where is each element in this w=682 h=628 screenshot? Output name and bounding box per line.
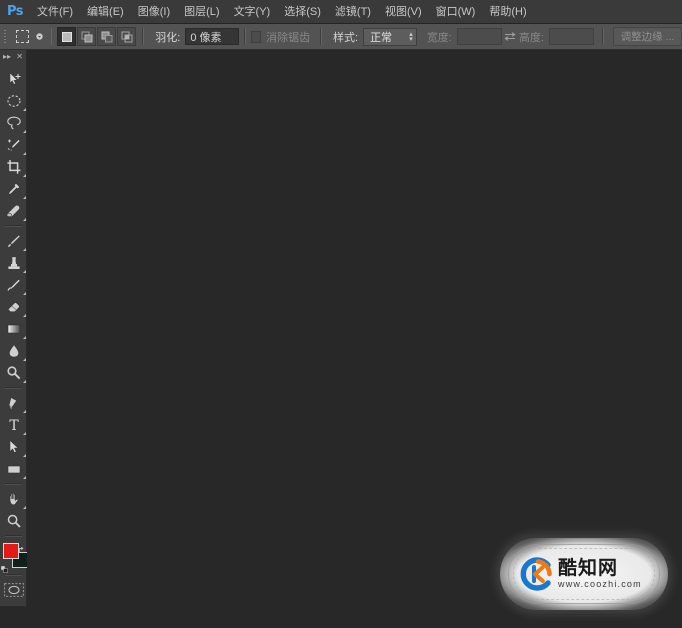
width-label: 宽度: [426, 31, 452, 44]
tool-elliptical-marquee[interactable] [0, 90, 27, 112]
color-swatches [0, 541, 28, 573]
menu-view[interactable]: 视图(V) [378, 0, 429, 24]
watermark-brand: 酷知网 [558, 557, 619, 579]
photoshop-window: Ps 文件(F) 编辑(E) 图像(I) 图层(L) 文字(Y) 选择(S) 滤… [0, 0, 682, 628]
width-input[interactable] [456, 28, 503, 45]
menu-type[interactable]: 文字(Y) [227, 0, 278, 24]
menu-image[interactable]: 图像(I) [131, 0, 177, 24]
watermark: 酷知网 www.coozhi.com [500, 538, 668, 610]
menu-filter[interactable]: 滤镜(T) [328, 0, 378, 24]
tool-path-selection[interactable] [0, 436, 27, 458]
watermark-text: 酷知网 www.coozhi.com [558, 558, 642, 590]
selection-mode-group [57, 27, 137, 46]
tools-list: T [0, 63, 28, 625]
menu-layer[interactable]: 图层(L) [177, 0, 226, 24]
options-bar-grip[interactable] [0, 24, 10, 50]
svg-text:T: T [9, 418, 19, 433]
ps-logo-icon: Ps [6, 4, 24, 19]
menu-select[interactable]: 选择(S) [277, 0, 328, 24]
divider [243, 28, 246, 45]
quick-mask-icon[interactable] [0, 579, 27, 601]
tool-preset-chevron-down-icon[interactable] [34, 26, 46, 48]
tool-crop[interactable] [0, 156, 27, 178]
tool-brush[interactable] [0, 230, 27, 252]
tools-panel: ▸▸ ✕ T [0, 50, 28, 621]
intersect-selection-button[interactable] [117, 27, 137, 46]
divider [602, 28, 604, 45]
reset-colors-icon[interactable] [0, 560, 8, 573]
tool-blur[interactable] [0, 340, 27, 362]
document-canvas-area[interactable] [27, 50, 682, 606]
tool-pen[interactable] [0, 392, 27, 414]
tool-type[interactable]: T [0, 414, 27, 436]
divider [4, 535, 22, 537]
tool-dodge[interactable] [0, 362, 27, 384]
tools-panel-header: ▸▸ ✕ [0, 50, 26, 63]
tool-move[interactable] [0, 68, 27, 90]
style-select-value: 正常 [370, 31, 393, 44]
foreground-color-swatch[interactable] [3, 543, 19, 559]
height-input[interactable] [548, 28, 595, 45]
tool-lasso[interactable] [0, 112, 27, 134]
divider [4, 387, 22, 389]
double-chevron-icon[interactable]: ▸▸ [3, 52, 11, 61]
refine-edge-button[interactable]: 调整边缘 ... [612, 27, 682, 46]
height-label: 高度: [518, 31, 544, 44]
coozhi-logo-icon [518, 556, 554, 592]
tool-healing-brush[interactable] [0, 200, 27, 222]
menu-edit[interactable]: 编辑(E) [80, 0, 131, 24]
tool-gradient[interactable] [0, 318, 27, 340]
tool-rectangle[interactable] [0, 458, 27, 480]
swap-colors-icon[interactable] [18, 541, 26, 552]
subtract-from-selection-button[interactable] [97, 27, 117, 46]
new-selection-button[interactable] [57, 27, 77, 46]
add-to-selection-button[interactable] [77, 27, 97, 46]
tool-clone-stamp[interactable] [0, 252, 27, 274]
style-label: 样式: [333, 31, 359, 44]
divider [4, 574, 22, 576]
tool-eyedropper[interactable] [0, 178, 27, 200]
tool-history-brush[interactable] [0, 274, 27, 296]
watermark-url: www.coozhi.com [558, 579, 642, 589]
divider [142, 28, 145, 45]
tool-eraser[interactable] [0, 296, 27, 318]
menu-window[interactable]: 窗口(W) [429, 0, 483, 24]
divider [4, 483, 22, 485]
antialias-checkbox[interactable] [250, 30, 262, 43]
menu-file[interactable]: 文件(F) [30, 0, 80, 24]
divider [50, 28, 53, 45]
options-bar: 羽化: 0 像素 消除锯齿 样式: 正常 ▴ ▾ 宽度: 高度: 调整边缘 ... [0, 24, 682, 50]
antialias-label: 消除锯齿 [266, 31, 311, 44]
style-select[interactable]: 正常 ▴ ▾ [363, 27, 417, 46]
menu-help[interactable]: 帮助(H) [482, 0, 533, 24]
rectangular-marquee-icon[interactable] [12, 26, 34, 48]
close-icon[interactable]: ✕ [16, 52, 23, 61]
feather-label: 羽化: [155, 31, 181, 44]
watermark-content: 酷知网 www.coozhi.com [516, 550, 652, 598]
divider [320, 28, 322, 45]
menu-bar: Ps 文件(F) 编辑(E) 图像(I) 图层(L) 文字(Y) 选择(S) 滤… [0, 0, 682, 24]
divider [4, 225, 22, 227]
tool-quick-selection[interactable] [0, 134, 27, 156]
swap-dimensions-icon[interactable] [502, 27, 519, 47]
chevron-updown-icon: ▴ ▾ [409, 30, 413, 43]
tool-zoom[interactable] [0, 510, 27, 532]
tool-hand[interactable] [0, 488, 27, 510]
feather-input[interactable]: 0 像素 [185, 28, 239, 45]
